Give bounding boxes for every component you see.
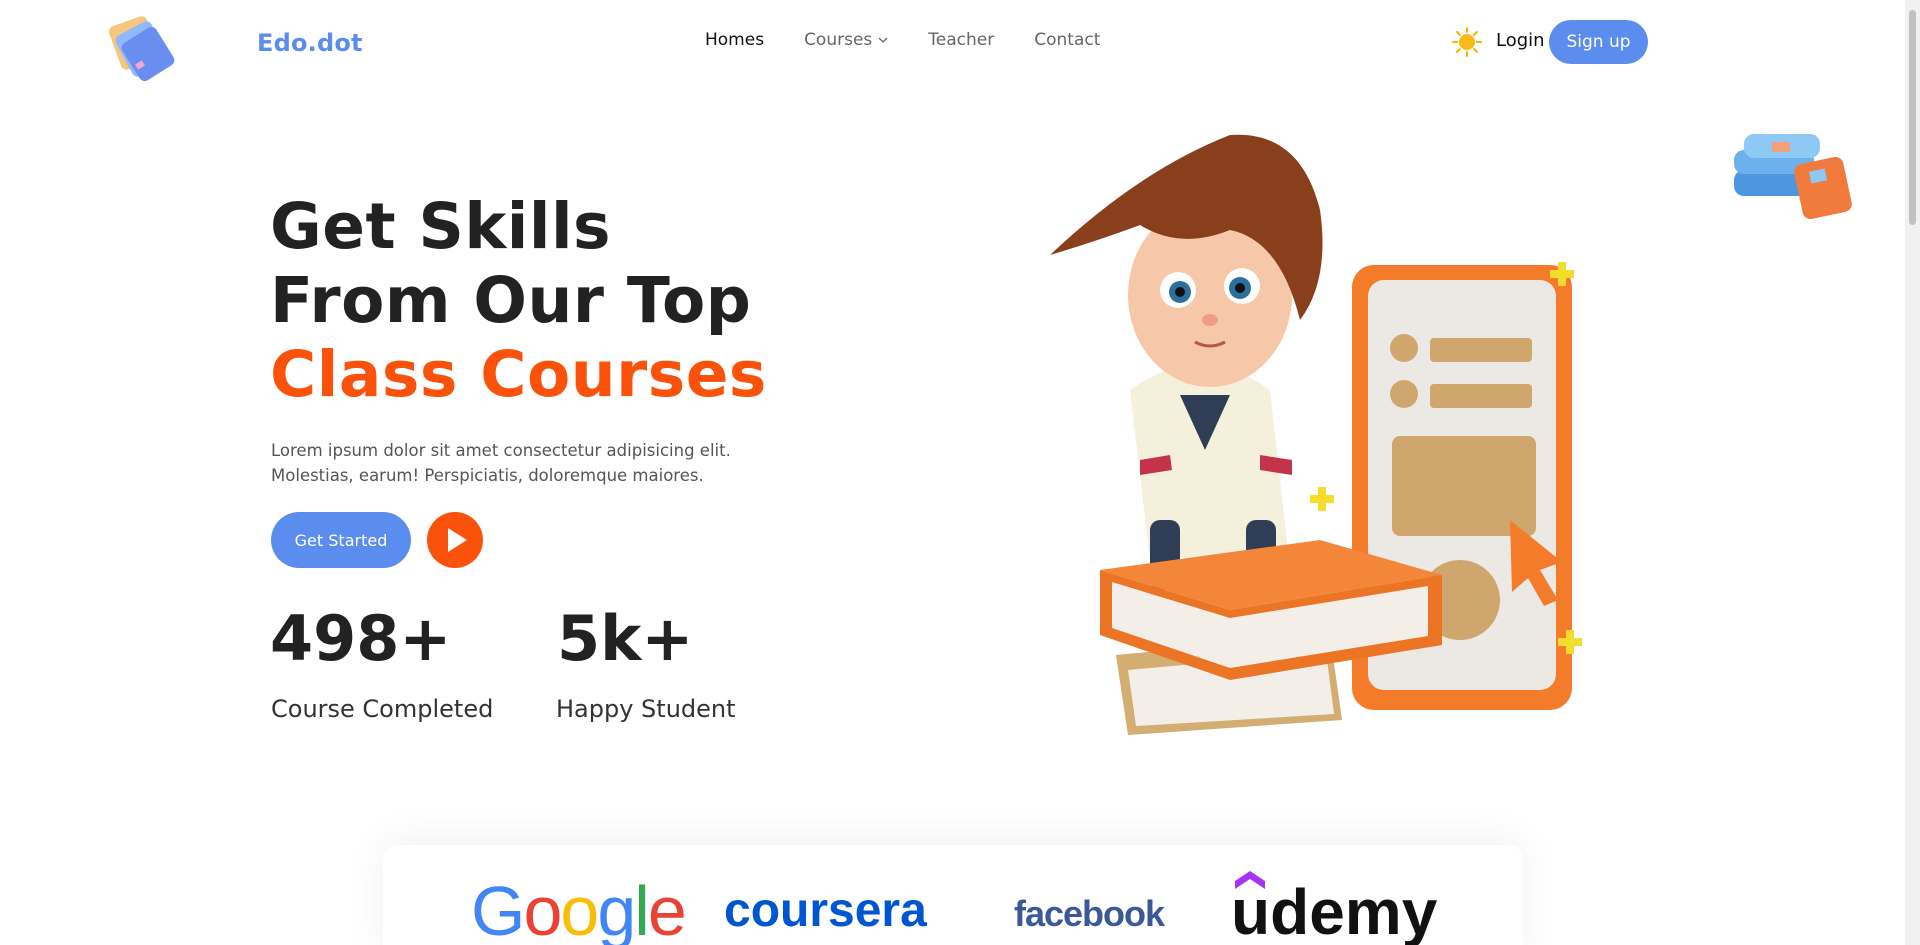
hero-title: Get Skills From Our Top Class Courses [270, 190, 767, 412]
nav-homes[interactable]: Homes [705, 30, 764, 50]
stat-students-label: Happy Student [556, 695, 736, 723]
nav-courses-label: Courses [804, 30, 873, 50]
signup-button[interactable]: Sign up [1549, 20, 1648, 64]
decorative-books-icon [1734, 134, 1852, 220]
nav-homes-label: Homes [705, 30, 765, 50]
nav-contact-label: Contact [1034, 30, 1101, 50]
nav-teacher[interactable]: Teacher [928, 30, 994, 50]
partner-coursera-logo: coursera [724, 884, 927, 937]
page: Edo.dot Homes Courses Teacher Contact Lo… [0, 0, 1905, 945]
partner-udemy-logo: udemy [1231, 871, 1437, 945]
brand-name[interactable]: Edo.dot [257, 29, 363, 57]
chevron-down-icon [878, 37, 888, 43]
hero-description: Lorem ipsum dolor sit amet consectetur a… [271, 441, 731, 485]
get-started-button[interactable]: Get Started [271, 512, 411, 568]
logo-books-icon[interactable] [108, 12, 184, 88]
sun-icon[interactable] [1452, 27, 1482, 57]
udemy-hat-icon [1235, 871, 1265, 889]
scrollbar-thumb[interactable] [1909, 10, 1916, 225]
main-nav: Homes Courses Teacher Contact [705, 30, 1100, 50]
stat-courses-value: 498+ [270, 602, 452, 675]
nav-teacher-label: Teacher [928, 30, 995, 50]
partner-facebook-logo: facebook [1014, 893, 1165, 934]
play-video-button[interactable] [427, 512, 483, 568]
hero-title-line-1: Get Skills [270, 190, 612, 263]
partner-google-logo: Google [471, 872, 687, 945]
stat-courses-label: Course Completed [271, 695, 494, 723]
hero-title-line-3: Class Courses [270, 338, 767, 411]
stat-students-value: 5k+ [557, 602, 694, 675]
hero-illustration [1050, 134, 1582, 735]
nav-courses[interactable]: Courses [804, 30, 888, 50]
play-icon [448, 528, 467, 552]
nav-contact[interactable]: Contact [1034, 30, 1100, 50]
hero-title-line-2: From Our Top [270, 264, 752, 337]
partners-bar: Google coursera facebook udemy [383, 845, 1523, 945]
login-link[interactable]: Login [1496, 30, 1545, 51]
